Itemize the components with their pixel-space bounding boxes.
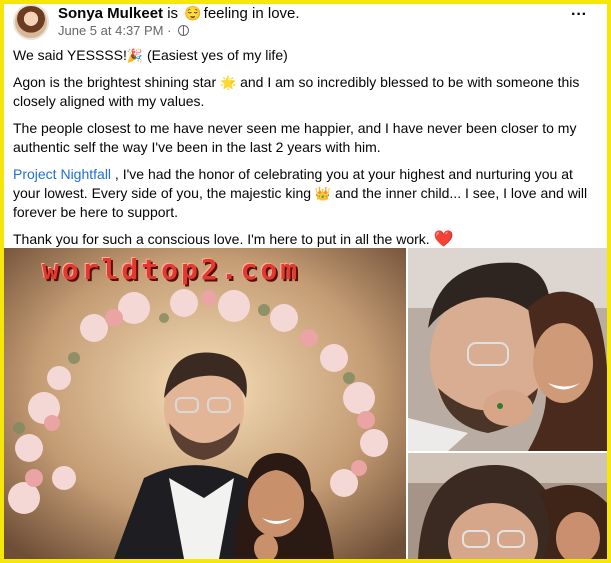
facebook-post: Sonya Mulkeet is 😌 feeling in love. June … <box>4 4 607 559</box>
paragraph-3: The people closest to me have never seen… <box>13 119 601 157</box>
photo-bottom-illustration <box>408 453 607 559</box>
post-text: We said YESSSS!🎉 (Easiest yes of my life… <box>13 46 601 257</box>
photo-bottom-right[interactable] <box>408 453 607 559</box>
author-line: Sonya Mulkeet is 😌 feeling in love. <box>58 4 300 23</box>
p1-tail: (Easiest yes of my life) <box>143 47 288 63</box>
post-meta: June 5 at 4:37 PM · <box>58 23 190 39</box>
meta-separator: · <box>163 23 176 38</box>
post-timestamp[interactable]: June 5 at 4:37 PM <box>58 23 164 38</box>
feeling-text: feeling in love. <box>203 5 300 22</box>
p5-text: Thank you for such a conscious love. I'm… <box>13 231 434 247</box>
photo-top-right[interactable] <box>408 248 607 451</box>
ellipsis-icon[interactable]: ··· <box>566 7 592 24</box>
paragraph-2: Agon is the brightest shining star 🌟 and… <box>13 73 601 111</box>
paragraph-4: Project Nightfall , I've had the honor o… <box>13 165 601 222</box>
paragraph-5: Thank you for such a conscious love. I'm… <box>13 230 601 249</box>
mention-link[interactable]: Project Nightfall <box>13 166 111 182</box>
post-header: Sonya Mulkeet is 😌 feeling in love. June … <box>4 4 607 42</box>
author-avatar[interactable] <box>13 4 49 40</box>
photo-top-illustration <box>408 248 607 451</box>
is-word: is <box>167 5 179 22</box>
author-name[interactable]: Sonya Mulkeet <box>58 5 163 22</box>
globe-icon[interactable] <box>178 25 190 36</box>
watermark-text: worldtop2.com <box>42 253 301 286</box>
photo-main[interactable]: worldtop2.com <box>4 248 406 559</box>
p1-text: We said YESSSS! <box>13 47 127 63</box>
heart-icon: ❤️ <box>433 231 454 248</box>
photo-main-illustration <box>4 248 406 559</box>
star-icon: 🌟 <box>220 75 237 90</box>
p2-text: Agon is the brightest shining star <box>13 74 221 90</box>
p3-text: The people closest to me have never seen… <box>13 120 577 155</box>
crown-icon: 👑 <box>314 186 332 201</box>
paragraph-1: We said YESSSS!🎉 (Easiest yes of my life… <box>13 46 601 65</box>
party-popper-icon: 🎉 <box>126 48 144 63</box>
feeling-emoji-icon: 😌 <box>184 5 202 21</box>
